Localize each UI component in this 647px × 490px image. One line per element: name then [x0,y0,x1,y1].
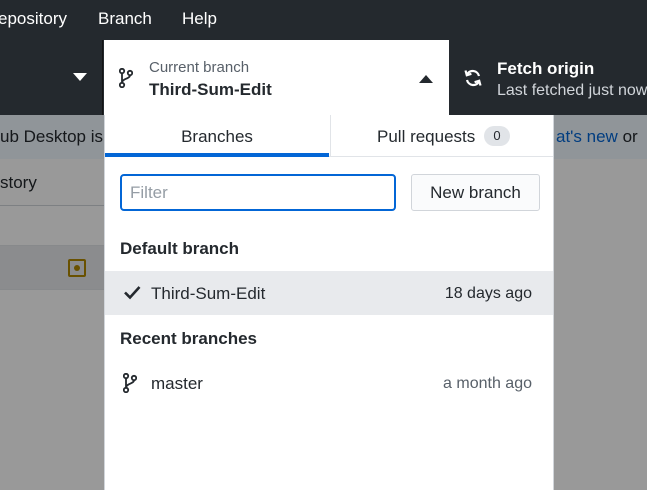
toolbar: Current branch Third-Sum-Edit Fetch orig… [0,40,647,115]
new-branch-button[interactable]: New branch [411,174,540,211]
current-repository-button[interactable] [0,40,103,115]
git-branch-icon [122,372,138,398]
current-branch-label: Current branch [149,59,250,76]
last-fetched-text: Last fetched just now [497,82,647,99]
recent-branches-heading: Recent branches [120,329,257,348]
tab-pull-requests-label: Pull requests [377,127,476,146]
pull-requests-count-badge: 0 [484,126,510,146]
fetch-origin-title: Fetch origin [497,59,595,78]
tab-branches-label: Branches [181,127,253,146]
branch-dropdown: Branches Pull requests 0 New branch Defa… [104,115,554,490]
tab-branches[interactable]: Branches [105,115,329,157]
chevron-down-icon [73,73,87,81]
menu-help[interactable]: Help [182,9,217,29]
branch-name: Third-Sum-Edit [151,284,266,303]
check-icon [123,283,141,306]
git-branch-icon [118,67,134,93]
menu-repository[interactable]: epository [0,9,67,29]
branch-row-master[interactable]: master a month ago [105,361,553,405]
dropdown-tabs: Branches Pull requests 0 [105,115,553,157]
tab-pull-requests[interactable]: Pull requests 0 [330,115,553,157]
branch-filter-input[interactable] [120,174,396,211]
branch-date: 18 days ago [444,285,532,302]
current-branch-button[interactable]: Current branch Third-Sum-Edit [104,40,449,115]
sync-icon [463,68,483,93]
branch-name: master [151,374,203,393]
menu-bar: epository Branch Help [0,0,647,40]
default-branch-heading: Default branch [120,239,240,258]
menu-branch[interactable]: Branch [98,9,152,29]
current-branch-name: Third-Sum-Edit [149,80,272,99]
app-window: epository Branch Help Current branch Thi… [0,0,647,490]
branch-date: a month ago [443,375,532,392]
fetch-origin-button[interactable]: Fetch origin Last fetched just now [450,40,647,115]
chevron-up-icon [419,75,433,83]
branch-row-third-sum-edit[interactable]: Third-Sum-Edit 18 days ago [105,271,553,315]
